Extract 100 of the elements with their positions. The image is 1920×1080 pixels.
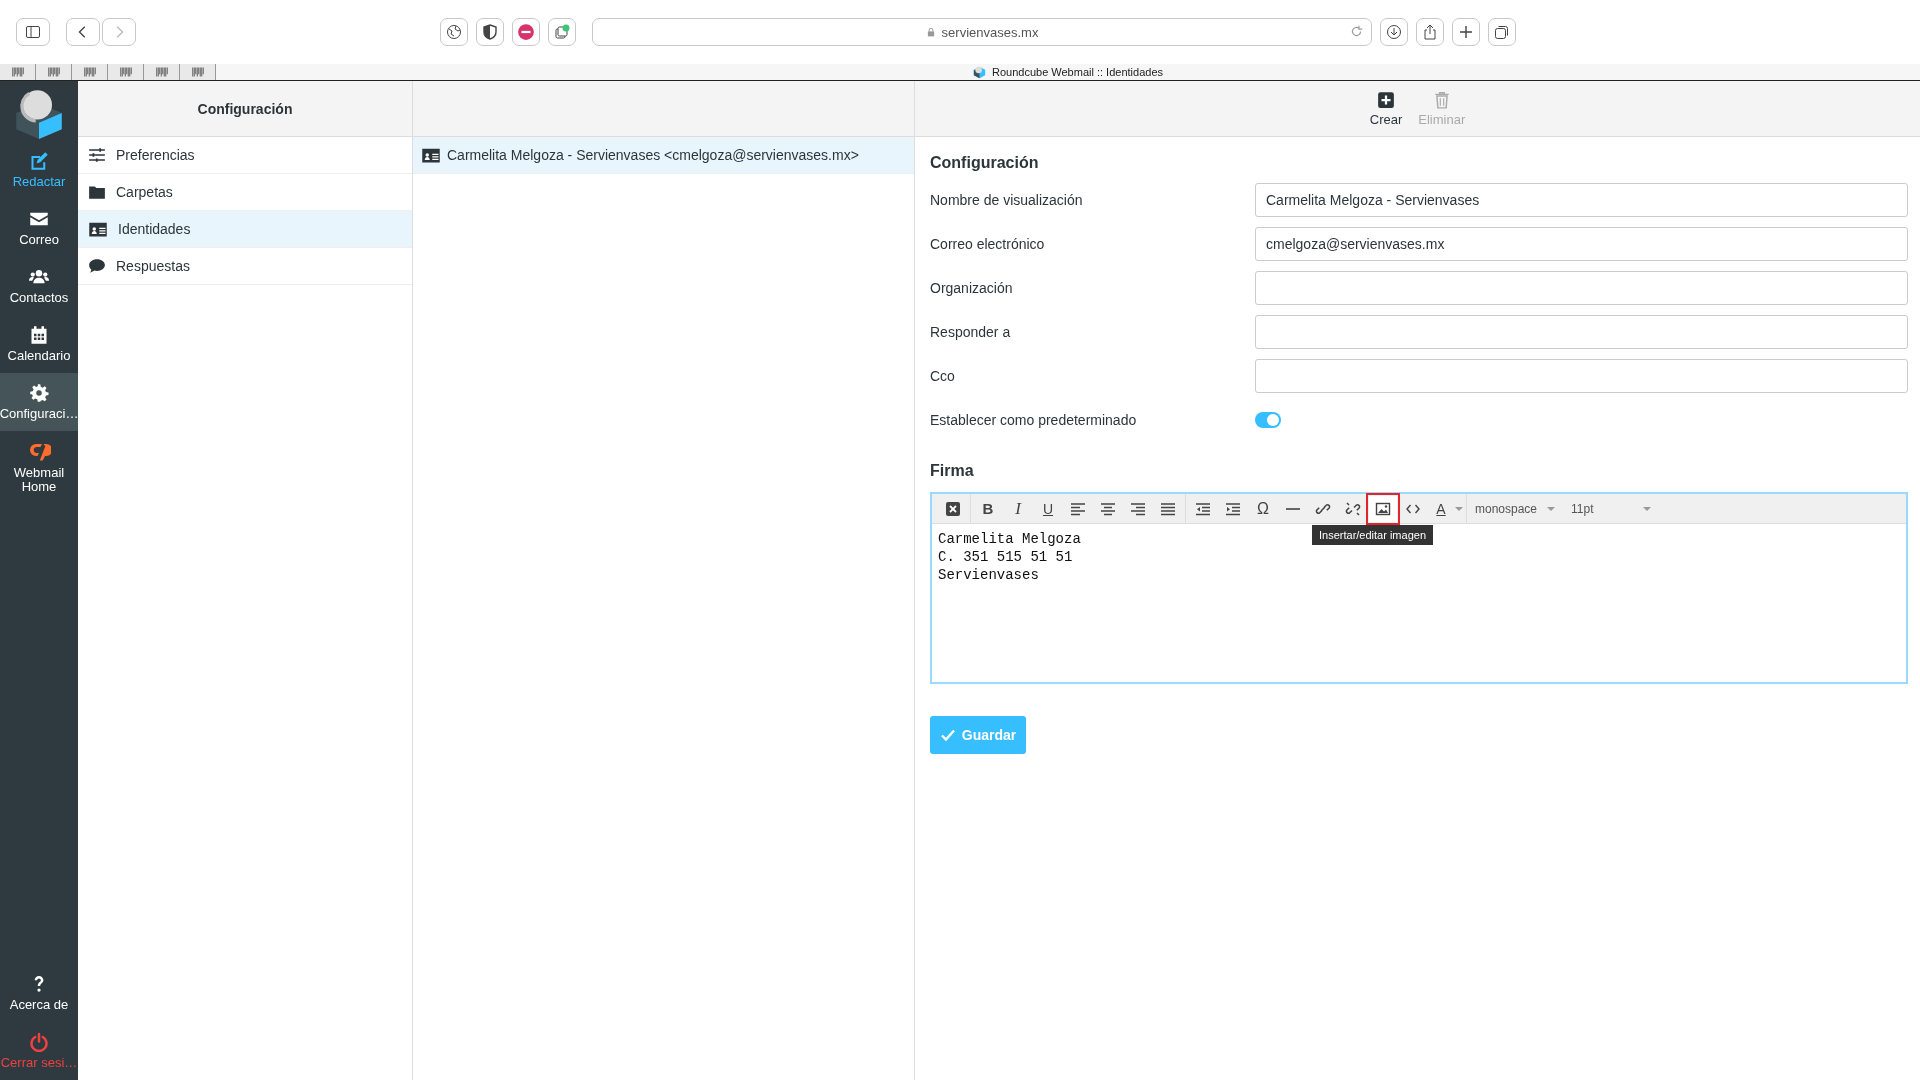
panel-title: Configuración <box>78 81 412 137</box>
nav-item[interactable]: Calendario <box>0 315 78 373</box>
pinned-tab[interactable] <box>144 64 180 80</box>
folder-icon <box>88 183 106 201</box>
globe-extension-button[interactable] <box>440 18 468 46</box>
input-field[interactable]: Carmelita Melgoza - Servienvases <box>1255 183 1908 217</box>
barcode-icon <box>155 66 168 78</box>
input-field[interactable]: cmelgoza@servienvases.mx <box>1255 227 1908 261</box>
address-bar[interactable]: servienvases.mx <box>592 18 1372 46</box>
pinned-tab[interactable] <box>72 64 108 80</box>
section-title: Configuración <box>930 154 1040 172</box>
share-button[interactable] <box>1416 18 1444 46</box>
settings-item[interactable]: Preferencias <box>78 137 412 174</box>
align-left-icon <box>1070 500 1086 517</box>
image-icon <box>1375 500 1391 517</box>
reload-icon <box>1350 25 1363 38</box>
barcode-icon <box>11 66 24 78</box>
caret-icon <box>1643 506 1651 511</box>
input-field[interactable] <box>1255 315 1908 349</box>
shield-icon <box>482 24 498 40</box>
nav-item[interactable]: Acerca de <box>0 964 78 1022</box>
shield-extension-button[interactable] <box>476 18 504 46</box>
field-label: Nombre de visualización <box>930 192 1084 208</box>
caret-icon <box>1547 506 1556 511</box>
download-button[interactable] <box>1380 18 1408 46</box>
section-title: Firma <box>930 462 975 480</box>
signature-line: C. 351 515 51 51 <box>938 548 1073 566</box>
sidebar-icon <box>25 24 41 40</box>
horizontal-line-icon <box>1286 507 1300 510</box>
field-label: Organización <box>930 280 1014 296</box>
settings-item-label: Respuestas <box>116 258 190 274</box>
forecolor-tool-button[interactable]: A <box>1429 495 1453 522</box>
barcode-icon <box>191 66 204 78</box>
pinned-tab[interactable] <box>108 64 144 80</box>
nav-item[interactable]: Configuraci… <box>0 373 78 431</box>
pinned-tab[interactable] <box>0 64 36 80</box>
roundcube-logo-icon <box>973 65 986 79</box>
align-center-icon <box>1100 500 1116 517</box>
settings-item-label: Preferencias <box>116 147 195 163</box>
italic-tool-button[interactable]: I <box>1004 495 1032 522</box>
barcode-icon <box>83 66 96 78</box>
settings-item[interactable]: Identidades <box>78 211 412 248</box>
pinned-tab[interactable] <box>36 64 72 80</box>
new-tab-button[interactable] <box>1452 18 1480 46</box>
font-family-dropdown[interactable]: monospace <box>1467 495 1563 522</box>
tab-overview-button[interactable] <box>1488 18 1516 46</box>
check-icon <box>939 727 956 743</box>
field-label: Establecer como predeterminado <box>930 412 1138 428</box>
underline-tool-button[interactable]: U <box>1034 495 1062 522</box>
settings-item-label: Identidades <box>118 221 191 237</box>
field-label: Correo electrónico <box>930 236 1046 252</box>
nav-item[interactable]: Webmail Home <box>0 431 78 501</box>
address-text: servienvases.mx <box>941 24 1039 40</box>
stop-sign-icon <box>517 23 535 41</box>
back-button[interactable] <box>66 18 100 46</box>
nav-item[interactable]: Redactar <box>0 141 78 199</box>
caret-icon <box>1455 506 1463 511</box>
charmap-tool-button[interactable]: Ω <box>1249 495 1277 522</box>
identity-row[interactable]: Carmelita Melgoza - Servienvases <cmelgoza@servienvases.mx> <box>413 137 914 174</box>
calendar-icon <box>29 324 49 345</box>
tabs-icon <box>1494 24 1510 40</box>
extension-button[interactable] <box>548 18 576 46</box>
windows-badge-icon <box>554 24 570 40</box>
power-icon <box>29 1031 49 1052</box>
download-icon <box>1386 24 1402 40</box>
plus-icon <box>1458 24 1474 40</box>
bold-tool-button[interactable]: B <box>974 495 1002 522</box>
field-label: Cco <box>930 368 956 384</box>
font-size-dropdown[interactable]: 11pt <box>1563 495 1659 522</box>
sliders-icon <box>88 146 106 164</box>
nav-item[interactable]: Contactos <box>0 257 78 315</box>
signature-editor[interactable]: B I U Ω A monospace 11pt Carmelita Melgoza C. 351 515 51 51 Servienvases Insertar/editar imagen <box>930 492 1908 684</box>
edit-icon <box>29 150 49 171</box>
pinned-tab[interactable] <box>180 64 216 80</box>
justify-icon <box>1160 500 1176 517</box>
clear-format-icon <box>945 500 961 517</box>
field-label: Responder a <box>930 324 1012 340</box>
indent-icon <box>1225 500 1241 517</box>
input-field[interactable] <box>1255 359 1908 393</box>
tooltip: Insertar/editar imagen <box>1312 525 1433 545</box>
plus-square-icon <box>1377 90 1395 109</box>
align-right-icon <box>1130 500 1146 517</box>
toggle-switch[interactable] <box>1255 412 1281 428</box>
nav-item[interactable]: Correo <box>0 199 78 257</box>
signature-line: Servienvases <box>938 566 1039 584</box>
image-tool-button[interactable] <box>1369 495 1397 522</box>
globe-icon <box>446 24 462 40</box>
gear-icon <box>29 382 49 403</box>
input-field[interactable] <box>1255 271 1908 305</box>
adblock-extension-button[interactable] <box>512 18 540 46</box>
settings-item[interactable]: Respuestas <box>78 248 412 285</box>
sidebar-toggle-button[interactable] <box>16 18 50 46</box>
barcode-icon <box>119 66 132 78</box>
trash-icon <box>1432 90 1451 109</box>
settings-item-label: Carpetas <box>116 184 173 200</box>
speech-bubble-icon <box>88 257 106 275</box>
create-button[interactable]: Crear <box>1365 81 1407 136</box>
barcode-icon <box>47 66 60 78</box>
tab-title: Roundcube Webmail :: Identidades <box>992 66 1163 78</box>
outdent-icon <box>1195 500 1211 517</box>
